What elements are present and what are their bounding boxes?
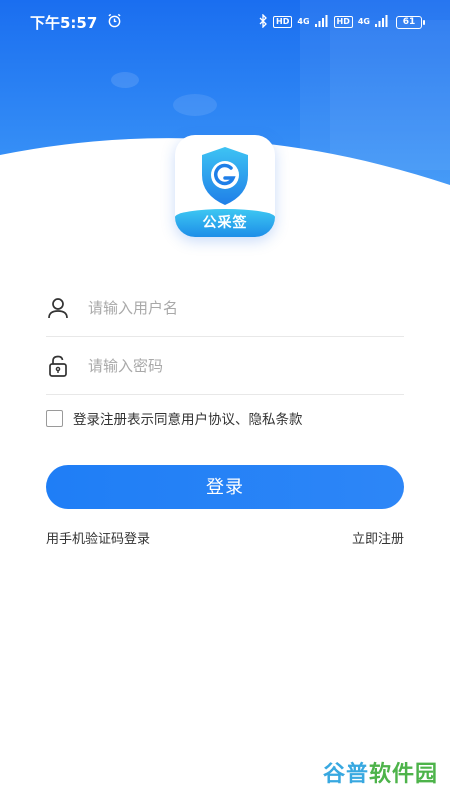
network-type-label-2: 4G	[357, 17, 370, 26]
watermark-logo: 谷普软件园	[323, 756, 438, 788]
register-link[interactable]: 立即注册	[352, 528, 404, 547]
login-form	[46, 280, 404, 395]
battery-level: 61	[402, 17, 416, 27]
watermark-part2: 软件园	[368, 762, 438, 787]
app-logo: 公采签	[175, 135, 275, 237]
password-field	[46, 338, 404, 395]
agreement-text: 登录注册表示同意用户协议、隐私条款	[73, 412, 303, 428]
signal-icon	[314, 14, 329, 30]
bluetooth-icon	[258, 12, 268, 31]
signal-icon-2	[375, 14, 389, 30]
login-button[interactable]: 登录	[46, 465, 404, 509]
username-field	[46, 280, 404, 337]
sms-login-link[interactable]: 用手机验证码登录	[46, 528, 150, 547]
network-type-label: 4G	[297, 17, 310, 26]
status-bar: 下午5:57 HD 4G HD 4G 61	[0, 0, 450, 44]
hd-badge-2: HD	[333, 16, 353, 28]
username-input[interactable]	[88, 293, 404, 323]
status-time: 下午5:57	[30, 13, 98, 32]
password-input[interactable]	[88, 351, 404, 381]
secondary-actions: 用手机验证码登录 立即注册	[46, 528, 404, 547]
agreement-checkbox[interactable]	[46, 409, 63, 427]
alarm-icon	[107, 13, 122, 32]
lock-icon	[46, 354, 70, 378]
app-logo-name: 公采签	[175, 209, 275, 237]
battery-icon: 61	[396, 15, 425, 29]
watermark-part1: 谷普	[322, 762, 369, 787]
agreement-row[interactable]: 登录注册表示同意用户协议、隐私条款	[46, 408, 303, 428]
user-icon	[46, 296, 70, 320]
hd-badge: HD	[273, 16, 293, 28]
